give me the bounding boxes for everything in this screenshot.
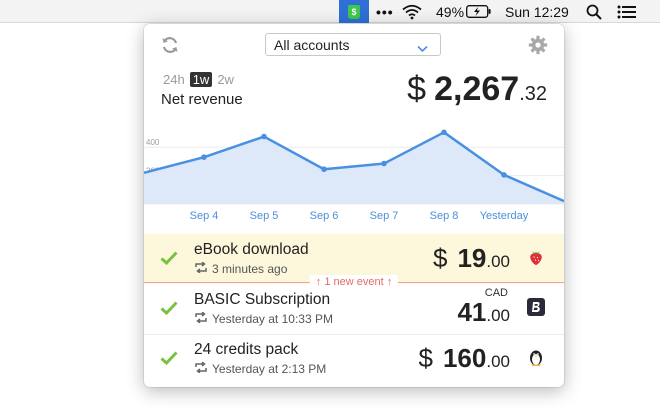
net-revenue-amount: $ 2,267 .32 — [407, 70, 547, 109]
event-amount: $ 160 .00 — [419, 343, 511, 374]
gear-icon[interactable] — [528, 35, 548, 55]
refresh-icon[interactable] — [160, 35, 180, 55]
revenue-decimal: .32 — [519, 83, 547, 105]
more-icon[interactable]: ••• — [376, 0, 394, 23]
chart-point[interactable] — [261, 133, 267, 140]
notification-center-icon[interactable] — [617, 0, 637, 23]
chevron-down-icon — [417, 40, 428, 56]
event-title: BASIC Subscription — [194, 291, 331, 308]
x-tick-label: Sep 5 — [250, 210, 279, 222]
event-title: 24 credits pack — [194, 341, 299, 358]
period-24h[interactable]: 24h — [161, 72, 187, 87]
b-logo-icon — [527, 298, 545, 316]
event-meta: Yesterday at 10:33 PM — [194, 311, 333, 326]
spotlight-search-icon[interactable] — [586, 0, 602, 23]
event-time: 3 minutes ago — [212, 262, 288, 276]
event-row[interactable]: BASIC Subscription Yesterday at 10:33 PM… — [144, 284, 564, 334]
x-tick-label: Sep 8 — [430, 210, 459, 222]
chart-point[interactable] — [201, 154, 207, 160]
event-amount-integer: 160 — [442, 343, 487, 373]
event-title: eBook download — [194, 241, 309, 258]
repeat-icon — [194, 261, 208, 276]
event-amount-integer: 19 — [457, 243, 487, 273]
strawberry-icon — [527, 248, 545, 266]
y-tick-label: 400 — [146, 138, 160, 147]
event-amount: $ 19 .00 — [433, 243, 510, 274]
revenue-popover: All accounts 24h 1w 2w Net revenue $ 2,2… — [144, 24, 564, 387]
x-tick-label: Sep 7 — [370, 210, 399, 222]
penguin-icon — [527, 348, 545, 366]
x-tick-label: Yesterday — [480, 210, 529, 222]
event-amount-decimal: .00 — [486, 306, 510, 325]
repeat-icon — [194, 361, 208, 376]
app-menubar-icon[interactable]: $ — [339, 0, 369, 23]
event-amount-integer: 41 — [457, 297, 487, 327]
event-meta: 3 minutes ago — [194, 261, 288, 276]
event-amount-decimal: .00 — [486, 352, 510, 371]
revenue-currency: $ — [407, 70, 427, 108]
net-revenue-label: Net revenue — [161, 91, 243, 108]
period-2w[interactable]: 2w — [215, 72, 236, 87]
event-time: Yesterday at 2:13 PM — [212, 362, 327, 376]
repeat-icon — [194, 311, 208, 326]
event-row[interactable]: 24 credits pack Yesterday at 2:13 PM $ 1… — [144, 334, 564, 384]
event-currency: $ — [418, 343, 433, 373]
event-currency: $ — [432, 243, 448, 273]
account-select[interactable]: All accounts — [265, 33, 441, 56]
wifi-icon[interactable] — [402, 0, 422, 23]
chart-point[interactable] — [441, 129, 447, 136]
revenue-chart: 4002000Sep 4Sep 5Sep 6Sep 7Sep 8Yesterda… — [144, 129, 564, 222]
x-tick-label: Sep 6 — [310, 210, 339, 222]
account-select-value: All accounts — [274, 36, 350, 53]
revenue-integer: 2,267 — [434, 70, 520, 108]
check-icon — [160, 251, 178, 270]
x-tick-label: Sep 4 — [190, 210, 219, 222]
clock[interactable]: Sun 12:29 — [505, 0, 569, 23]
chart-point[interactable] — [501, 172, 507, 178]
period-1w[interactable]: 1w — [189, 72, 213, 87]
menu-bar: $ ••• 49% Sun 12:29 — [0, 0, 660, 23]
event-amount: 41 .00 — [457, 297, 510, 328]
battery-icon[interactable] — [466, 0, 492, 23]
chart-point[interactable] — [381, 160, 387, 167]
chart-point[interactable] — [321, 166, 327, 173]
period-selector: 24h 1w 2w — [161, 72, 236, 87]
battery-percent[interactable]: 49% — [436, 0, 464, 23]
chart-area — [144, 132, 564, 204]
event-meta: Yesterday at 2:13 PM — [194, 361, 327, 376]
event-time: Yesterday at 10:33 PM — [212, 312, 333, 326]
money-bag-icon: $ — [348, 4, 360, 19]
check-icon — [160, 351, 178, 370]
event-amount-decimal: .00 — [486, 252, 510, 271]
check-icon — [160, 301, 178, 320]
